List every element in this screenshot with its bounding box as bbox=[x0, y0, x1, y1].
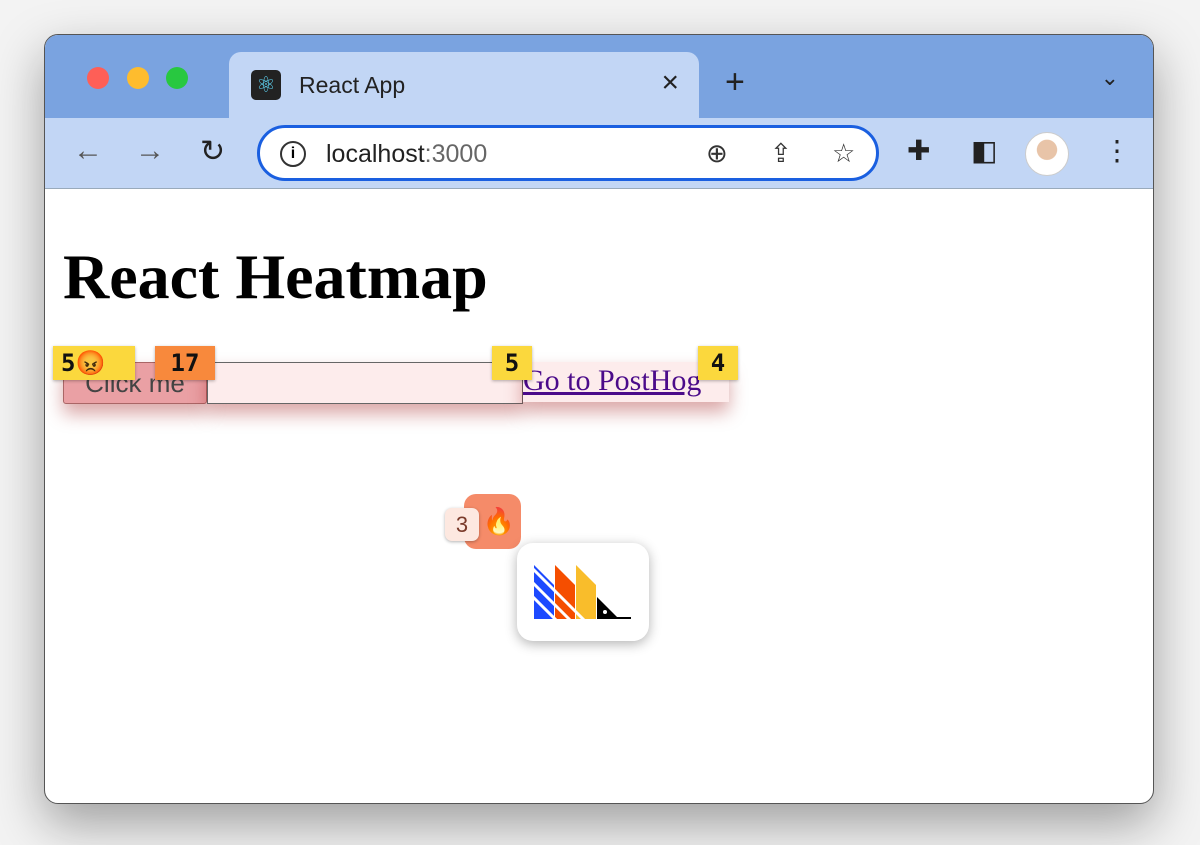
zoom-icon[interactable]: ⊕ bbox=[706, 138, 728, 169]
address-bar[interactable]: i localhost:3000 ⊕ ⇪ ☆ bbox=[257, 125, 879, 181]
chevron-down-icon[interactable]: ⌄ bbox=[1101, 65, 1119, 91]
site-info-icon[interactable]: i bbox=[280, 141, 306, 167]
react-favicon-icon: ⚛ bbox=[251, 70, 281, 100]
page-title: React Heatmap bbox=[63, 241, 488, 312]
side-panel-icon[interactable]: ◧ bbox=[971, 134, 997, 167]
url-host: localhost bbox=[326, 140, 425, 168]
fire-icon: 🔥 bbox=[482, 506, 515, 536]
forward-icon[interactable]: → bbox=[135, 134, 165, 168]
tab-strip: ⚛ React App × + ⌄ bbox=[45, 35, 1153, 120]
tab-title: React App bbox=[299, 72, 406, 98]
posthog-toolbar-logo-button[interactable] bbox=[517, 543, 649, 649]
url-port: :3000 bbox=[424, 140, 488, 168]
share-icon[interactable]: ⇪ bbox=[770, 138, 792, 169]
bookmark-star-icon[interactable]: ☆ bbox=[832, 138, 855, 169]
new-tab-button[interactable]: + bbox=[725, 63, 745, 102]
extensions-icon[interactable]: ✚ bbox=[907, 134, 930, 167]
heatmap-badge-link[interactable]: 4 bbox=[698, 346, 738, 380]
maximize-window-button[interactable] bbox=[166, 67, 188, 89]
browser-window: ⚛ React App × + ⌄ ← → ↻ i localhost:3000… bbox=[44, 34, 1154, 804]
angry-face-icon: 😡 bbox=[75, 349, 106, 377]
text-input[interactable] bbox=[207, 362, 523, 404]
menu-kebab-icon[interactable]: ⋮ bbox=[1103, 134, 1131, 167]
heatmap-badge-input[interactable]: 5 bbox=[492, 346, 532, 380]
page-content: React Heatmap Click me Go to PostHog 5😡 … bbox=[45, 190, 1153, 803]
tab-react-app[interactable]: ⚛ React App × bbox=[229, 52, 699, 120]
heatmap-badge-button[interactable]: 17 bbox=[155, 346, 215, 380]
close-window-button[interactable] bbox=[87, 67, 109, 89]
close-tab-icon[interactable]: × bbox=[661, 66, 679, 100]
minimize-window-button[interactable] bbox=[127, 67, 149, 89]
profile-avatar[interactable] bbox=[1025, 132, 1069, 176]
heatmap-badge-button-rage[interactable]: 5😡 bbox=[53, 346, 135, 380]
heatmap-count-badge: 3 bbox=[445, 508, 479, 541]
posthog-logo-icon bbox=[529, 565, 631, 649]
badge-count: 5 bbox=[61, 349, 76, 377]
url-text[interactable]: localhost:3000 bbox=[326, 140, 487, 169]
reload-icon[interactable]: ↻ bbox=[200, 134, 225, 169]
back-icon[interactable]: ← bbox=[73, 134, 103, 168]
browser-toolbar: ← → ↻ i localhost:3000 ⊕ ⇪ ☆ ✚ ◧ ⋮ bbox=[45, 118, 1153, 189]
